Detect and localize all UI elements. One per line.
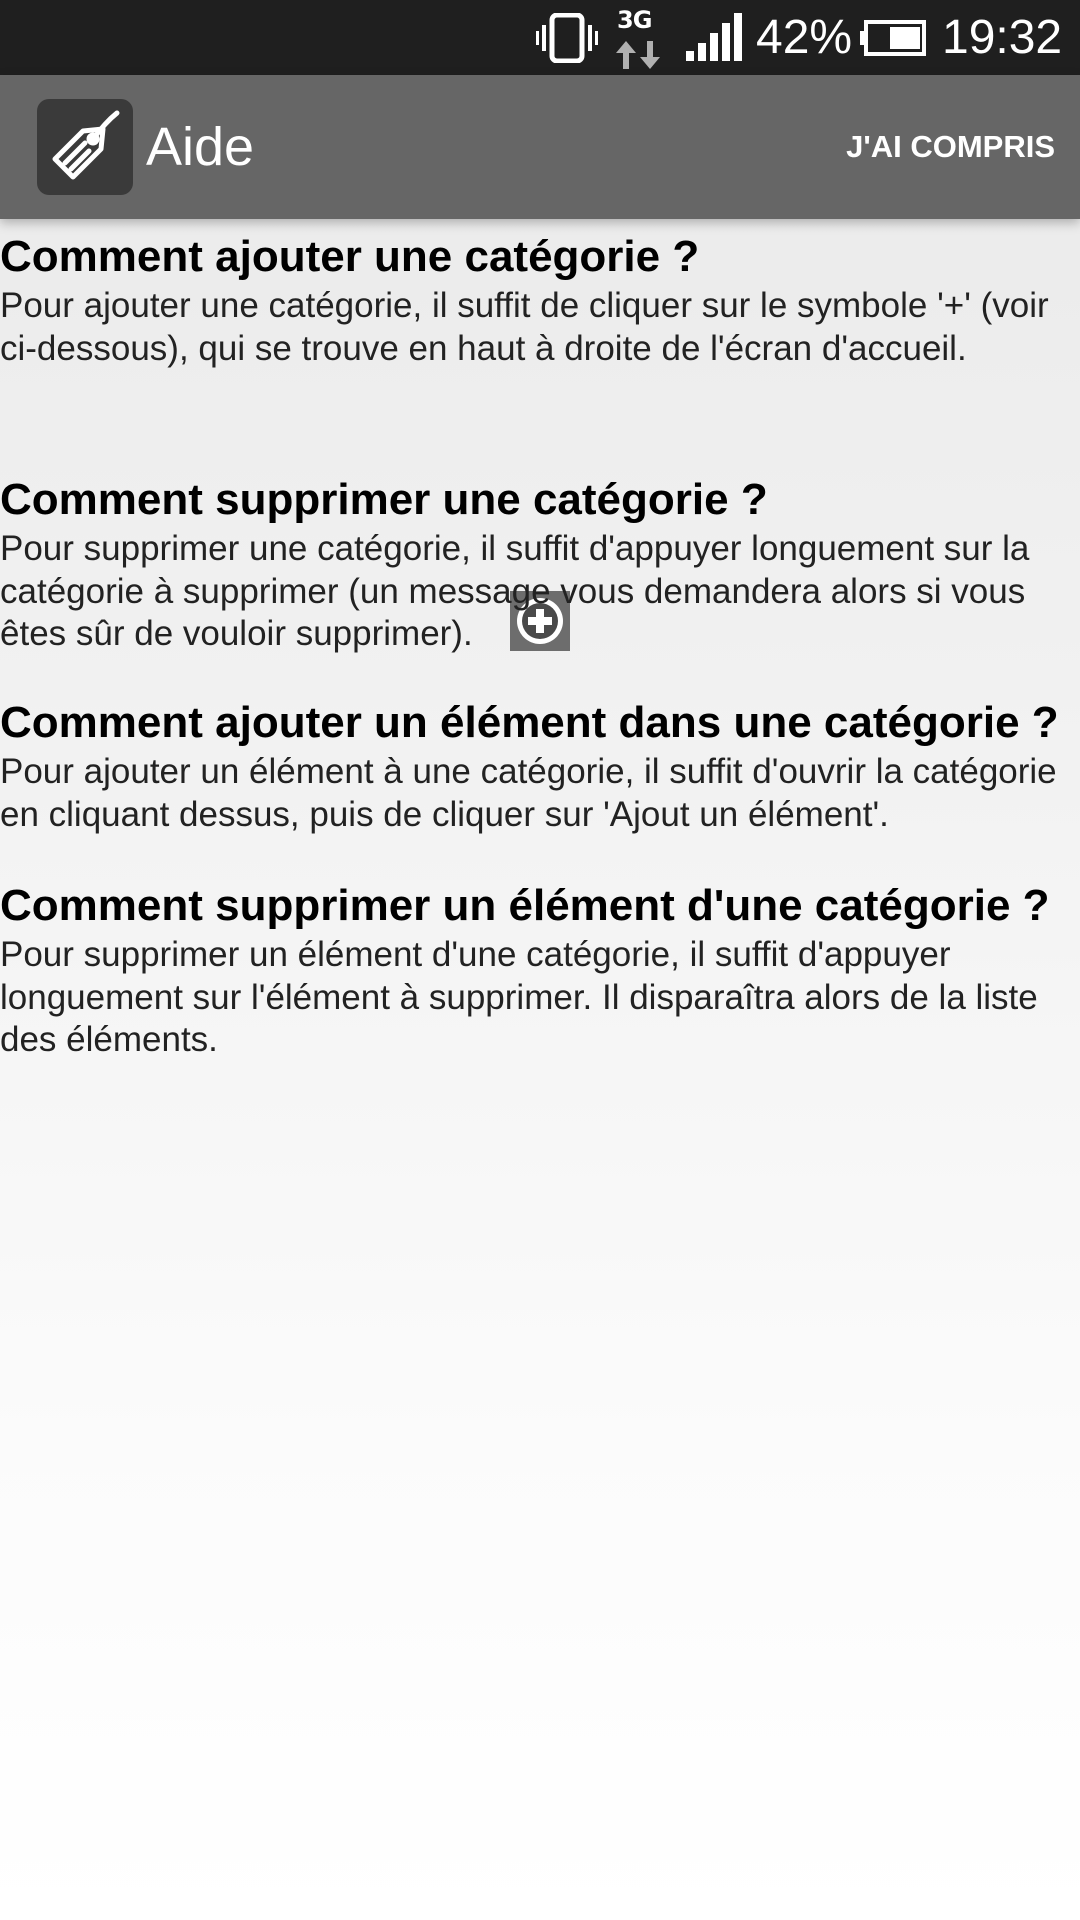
understood-button[interactable]: J'AI COMPRIS bbox=[846, 75, 1055, 219]
tag-icon[interactable] bbox=[37, 99, 133, 195]
network-3g-icon: 3G bbox=[616, 0, 662, 75]
help-section: Comment ajouter une catégorie ? Pour ajo… bbox=[0, 229, 1080, 370]
section-title: Comment supprimer un élément d'une catég… bbox=[0, 881, 1050, 930]
help-section: Comment supprimer une catégorie ? Pour s… bbox=[0, 472, 1080, 656]
battery-percent: 42% bbox=[756, 11, 853, 64]
section-text: Pour supprimer un élément d'une catégori… bbox=[0, 935, 1038, 1059]
status-bar: 3G 42% 19:32 bbox=[0, 0, 1080, 75]
section-title: Comment ajouter une catégorie ? bbox=[0, 232, 700, 281]
clock: 19:32 bbox=[942, 11, 1063, 64]
page-title: Aide bbox=[146, 117, 255, 177]
action-bar: Aide J'AI COMPRIS bbox=[0, 75, 1080, 219]
network-type-label: 3G bbox=[617, 6, 652, 34]
help-section: Comment ajouter un élément dans une caté… bbox=[0, 695, 1080, 836]
signal-icon bbox=[686, 0, 744, 75]
section-text: Pour ajouter un élément à une catégorie,… bbox=[0, 752, 1057, 834]
section-title: Comment supprimer une catégorie ? bbox=[0, 475, 768, 524]
section-text: Pour supprimer une catégorie, il suffit … bbox=[0, 529, 1030, 653]
vibrate-icon bbox=[536, 0, 598, 75]
battery-icon bbox=[860, 0, 926, 75]
section-text: Pour ajouter une catégorie, il suffit de… bbox=[0, 286, 1049, 368]
section-title: Comment ajouter un élément dans une caté… bbox=[0, 698, 1059, 747]
help-section: Comment supprimer un élément d'une catég… bbox=[0, 878, 1080, 1062]
